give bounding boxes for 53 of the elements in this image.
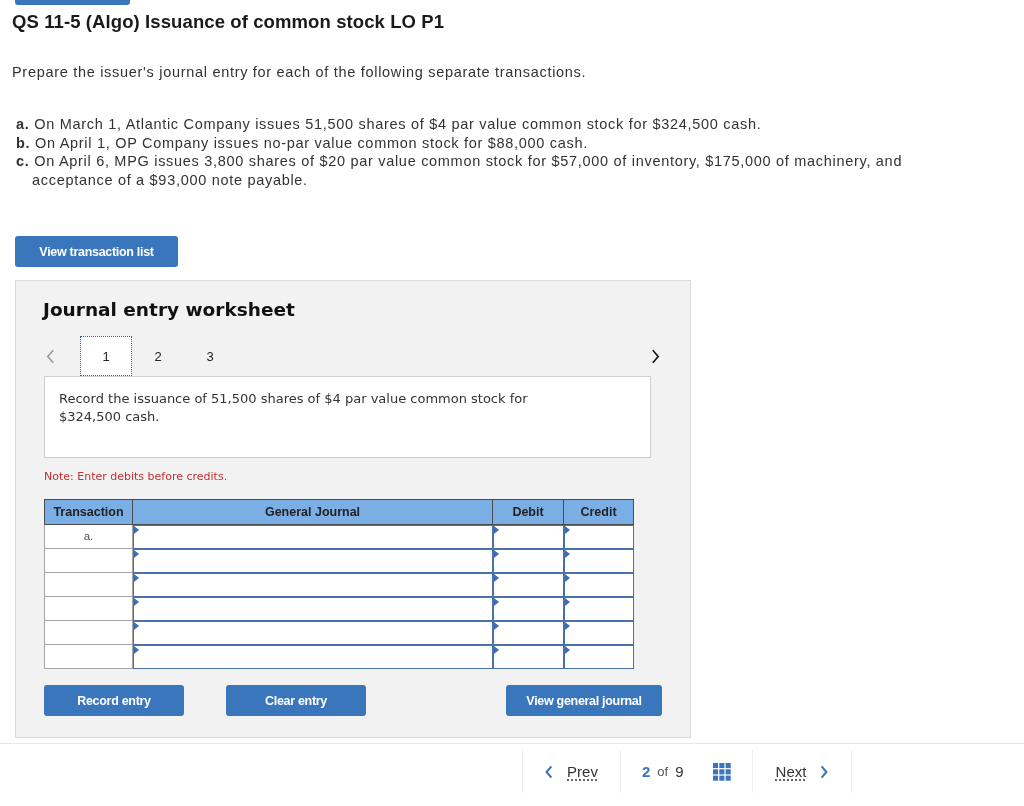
note-text: Note: Enter debits before credits. [44, 469, 228, 484]
triangle-icon [134, 573, 139, 582]
table-cell: a. [44, 524, 133, 549]
triangle-icon [564, 573, 570, 582]
transaction-item: c. On April 6, MPG issues 3,800 shares of $20 par value common stock for $57,000 of inventory, $175,000 of machinery, and acceptance of a $93,000 note payable. [15, 152, 904, 189]
account-input[interactable] [133, 572, 493, 597]
chevron-left-icon [545, 764, 554, 779]
transaction-item: a. On March 1, Atlantic Company issues 51,500 shares of $4 par value common stock for $324,500 cash. [15, 115, 763, 134]
triangle-icon [564, 597, 570, 606]
prev-link[interactable]: Prev [523, 750, 620, 793]
account-input[interactable] [133, 644, 493, 669]
triangle-icon [493, 573, 499, 582]
triangle-icon [564, 645, 570, 654]
triangle-icon [134, 525, 139, 534]
account-input[interactable] [133, 620, 493, 645]
triangle-icon [493, 525, 499, 534]
triangle-icon [134, 549, 139, 558]
transaction-description: Record the issuance of 51,500 shares of $4 par value common stock for $324,500 cash. [44, 376, 651, 458]
current-page: 2 [642, 763, 651, 780]
total-pages: 9 [675, 763, 684, 780]
entry-tab[interactable]: 2 [132, 336, 184, 377]
entry-tab[interactable]: 1 [80, 336, 132, 377]
account-input[interactable] [133, 596, 493, 621]
entry-tab[interactable]: 3 [184, 336, 236, 377]
column-header: Credit [563, 499, 634, 524]
question-title: QS 11-5 (Algo) Issuance of common stock LO P1 [12, 11, 445, 33]
column-header: Transaction [44, 499, 133, 524]
triangle-icon [134, 645, 139, 654]
account-input[interactable] [133, 548, 493, 573]
view-general-journal-button[interactable]: View general journal [506, 685, 662, 716]
column-header: General Journal [132, 499, 493, 524]
clear-entry-button[interactable]: Clear entry [226, 685, 366, 716]
triangle-icon [134, 597, 139, 606]
page-of-text: of [657, 764, 669, 779]
instructions-text: Prepare the issuer's journal entry for each of the following separate transactions. [12, 63, 587, 81]
view-transaction-list-button[interactable]: View transaction list [15, 236, 178, 267]
triangle-icon [493, 549, 499, 558]
triangle-icon [493, 621, 499, 630]
chevron-right-icon[interactable] [650, 348, 660, 364]
triangle-icon [564, 621, 570, 630]
next-link[interactable]: Next [753, 750, 851, 793]
triangle-icon [493, 645, 499, 654]
worksheet-title: Journal entry worksheet [43, 299, 295, 321]
record-entry-button[interactable]: Record entry [44, 685, 184, 716]
triangle-icon [134, 621, 139, 630]
grid-icon[interactable] [712, 762, 731, 781]
triangle-icon [564, 525, 570, 534]
column-header: Debit [492, 499, 564, 524]
account-input[interactable] [133, 524, 493, 549]
triangle-icon [493, 597, 499, 606]
triangle-icon [564, 549, 570, 558]
chevron-right-icon [820, 764, 829, 779]
transaction-item: b. On April 1, OP Company issues no-par value common stock for $88,000 cash. [15, 133, 589, 152]
